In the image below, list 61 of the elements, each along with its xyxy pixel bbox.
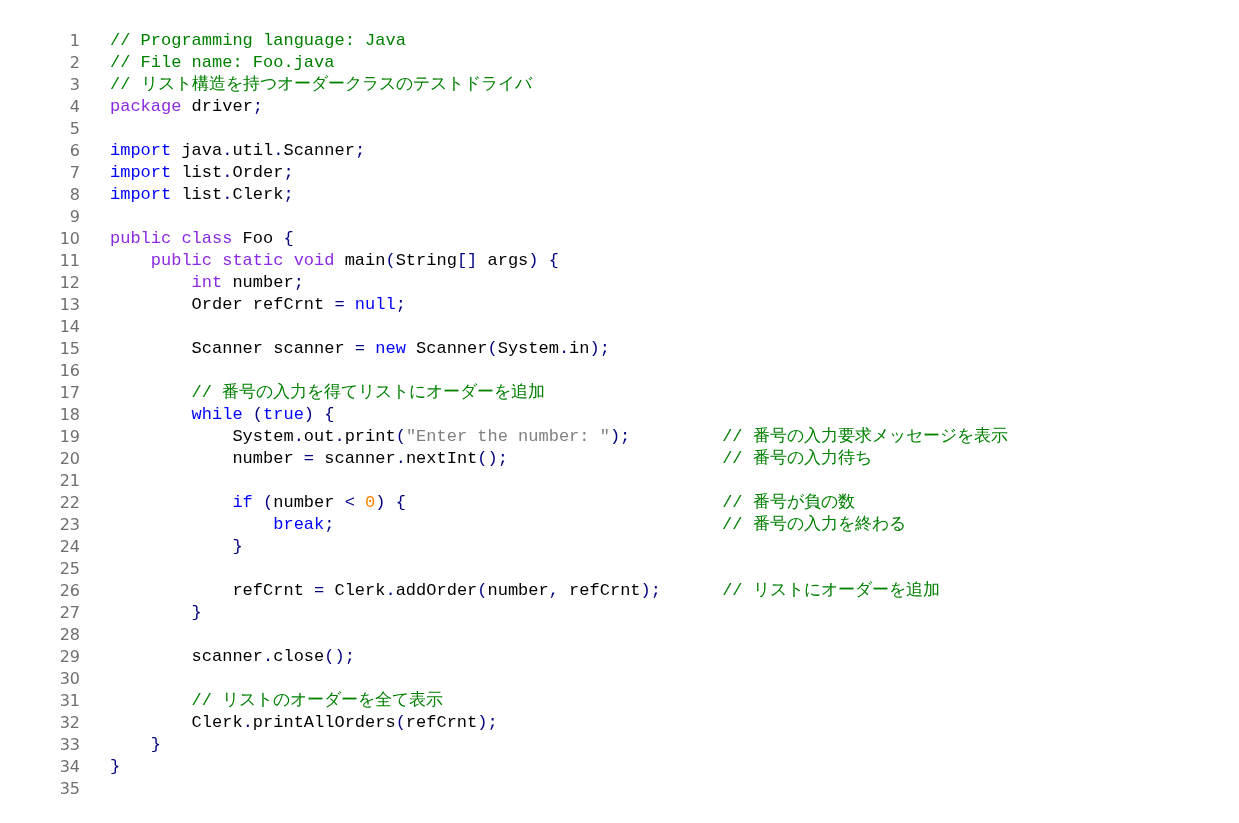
line-number: 29 [58,646,80,668]
line-number: 27 [58,602,80,624]
code-line: package driver; [110,96,264,118]
line-number: 18 [58,404,80,426]
code-line: } [190,602,202,624]
code-line: if (number < 0) { // 番号が負の数 [231,492,855,514]
line-number: 15 [58,338,80,360]
line-number: 33 [58,734,80,756]
line-number: 11 [58,250,80,272]
code-line: } [231,536,243,558]
code-line: // Programming language: Java [110,30,406,52]
line-number: 26 [58,580,80,602]
line-number: 6 [68,140,80,162]
code-line: // 番号の入力を得てリストにオーダーを追加 [190,382,546,404]
line-number: 3 [68,74,80,96]
code-line: break; // 番号の入力を終わる [272,514,906,536]
code-line: scanner.close(); [190,646,355,668]
line-number: 30 [58,668,80,690]
line-number: 20 [58,448,80,470]
line-number: 1 [68,30,80,52]
line-number: 10 [58,228,80,250]
line-number: 19 [58,426,80,448]
line-number: 21 [58,470,80,492]
code-line: // File name: Foo.java [110,52,335,74]
line-number: 2 [68,52,80,74]
code-line: System.out.print("Enter the number: "); // 番号の入力要求メッセージを表示 [231,426,1008,448]
line-number: 7 [68,162,80,184]
line-number: 32 [58,712,80,734]
line-number: 4 [68,96,80,118]
code-line: number = scanner.nextInt(); // 番号の入力待ち [231,448,872,470]
line-number: 23 [58,514,80,536]
code-line: import java.util.Scanner; [110,140,366,162]
code-line: public static void main(String[] args) { [149,250,559,272]
line-number: 17 [58,382,80,404]
code-line: } [110,756,121,778]
line-number: 8 [68,184,80,206]
line-number: 13 [58,294,80,316]
line-number: 16 [58,360,80,382]
line-number: 25 [58,558,80,580]
code-line: while (true) { [190,404,335,426]
code-line: Order refCrnt = null; [190,294,406,316]
code-line: // リストのオーダーを全て表示 [190,690,444,712]
line-number: 12 [58,272,80,294]
code-line: public class Foo { [110,228,294,250]
code-line: import list.Order; [110,162,294,184]
line-number: 9 [68,206,80,228]
code-line: Clerk.printAllOrders(refCrnt); [190,712,498,734]
line-number: 34 [58,756,80,778]
line-number: 14 [58,316,80,338]
code-line: Scanner scanner = new Scanner(System.in); [190,338,610,360]
line-number: 31 [58,690,80,712]
line-number: 24 [58,536,80,558]
line-number: 5 [68,118,80,140]
line-number: 35 [58,778,80,800]
code-line: // リスト構造を持つオーダークラスのテストドライバ [110,74,532,96]
code-line: refCrnt = Clerk.addOrder(number, refCrnt); // リストにオーダーを追加 [231,580,940,602]
code-line: int number; [190,272,304,294]
line-number: 22 [58,492,80,514]
code-line: } [149,734,161,756]
line-number: 28 [58,624,80,646]
code-line: import list.Clerk; [110,184,294,206]
